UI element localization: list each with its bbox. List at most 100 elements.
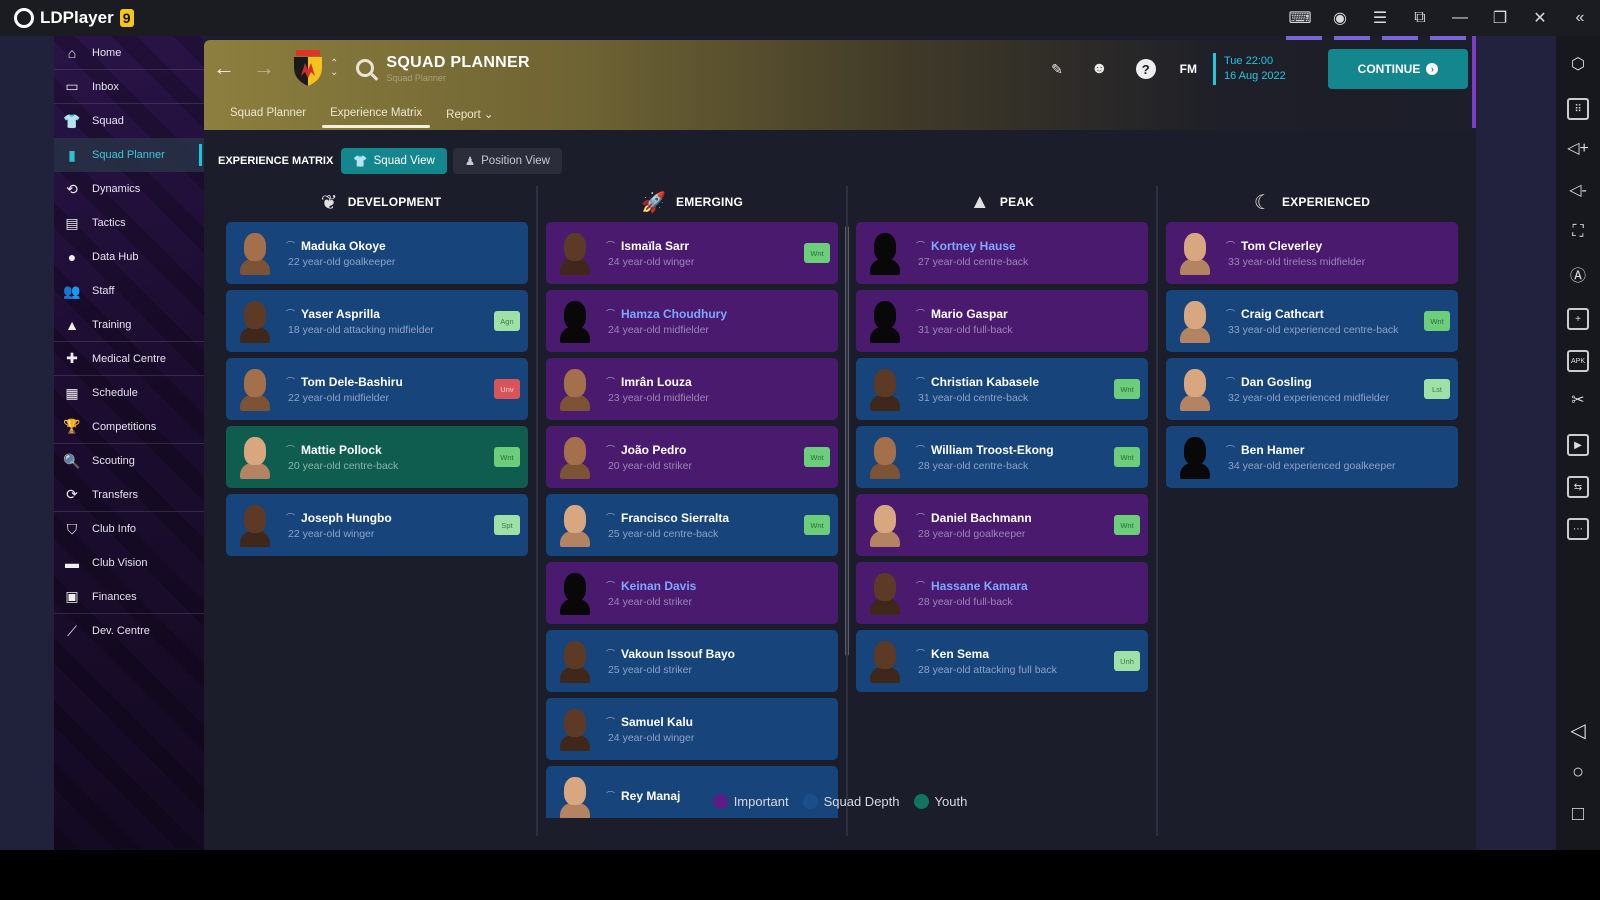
multi-instance-icon[interactable]: +: [1567, 308, 1589, 330]
lock-icon[interactable]: ⌒: [286, 307, 295, 320]
player-card[interactable]: ⌒ Kortney Hause 27 year-old centre-back: [855, 222, 1148, 284]
lock-icon[interactable]: ⌒: [606, 239, 615, 252]
lock-icon[interactable]: ⌒: [286, 375, 295, 388]
lock-icon[interactable]: ⌒: [916, 647, 925, 660]
lock-icon[interactable]: ⌒: [1226, 239, 1235, 252]
lock-icon[interactable]: ⌒: [606, 647, 615, 660]
sidebar-item-dev-centre[interactable]: ⟋ Dev. Centre: [54, 614, 204, 648]
lock-icon[interactable]: ⌒: [606, 715, 615, 728]
player-card[interactable]: ⌒ Hassane Kamara 28 year-old full-back: [855, 562, 1148, 624]
status-badge[interactable]: Lst: [1424, 379, 1451, 399]
player-name[interactable]: Joseph Hungbo: [301, 511, 392, 525]
sidebar-item-club-info[interactable]: ⛉ Club Info: [54, 512, 204, 546]
player-name[interactable]: Mario Gaspar: [931, 307, 1008, 321]
sidebar-item-medical-centre[interactable]: ✚ Medical Centre: [54, 342, 204, 376]
squad-view-button[interactable]: 👕 Squad View: [341, 148, 447, 174]
minimize-icon[interactable]: —: [1440, 0, 1480, 36]
status-badge[interactable]: Wnt: [1114, 447, 1140, 467]
player-card[interactable]: ⌒ Dan Gosling 32 year-old experienced midf…: [1166, 358, 1459, 420]
player-name[interactable]: Dan Gosling: [1241, 375, 1312, 389]
player-name[interactable]: Christian Kabasele: [931, 375, 1039, 389]
club-switch-icon[interactable]: ⌃ ⌄: [330, 59, 338, 78]
sidebar-item-inbox[interactable]: ▭ Inbox: [54, 70, 204, 104]
player-name[interactable]: Mattie Pollock: [301, 443, 382, 457]
record-icon[interactable]: ▶: [1567, 434, 1589, 456]
player-name[interactable]: Imrân Louza: [621, 375, 692, 389]
lock-icon[interactable]: ⌒: [916, 307, 925, 320]
sidebar-item-scouting[interactable]: 🔍 Scouting: [54, 444, 204, 478]
fullscreen-icon[interactable]: ⛶: [1564, 218, 1592, 246]
lock-icon[interactable]: ⌒: [1226, 375, 1235, 388]
close-icon[interactable]: ✕: [1520, 0, 1560, 36]
help-icon[interactable]: ?: [1135, 59, 1156, 79]
keyboard-icon[interactable]: ⠿: [1567, 98, 1589, 120]
fm-menu-button[interactable]: FM: [1180, 62, 1197, 76]
sidebar-item-training[interactable]: ▲ Training: [54, 308, 204, 342]
restore-icon[interactable]: ❐: [1480, 0, 1520, 36]
player-card[interactable]: ⌒ Francisco Sierralta 25 year-old centre-b…: [545, 494, 838, 556]
lock-icon[interactable]: ⌒: [916, 375, 925, 388]
lock-icon[interactable]: ⌒: [606, 443, 615, 456]
player-name[interactable]: João Pedro: [621, 443, 686, 457]
recents-icon[interactable]: □: [1564, 800, 1592, 828]
forward-arrow-icon[interactable]: →: [244, 55, 284, 81]
player-card[interactable]: ⌒ Daniel Bachmann 28 year-old goalkeeper Wn…: [855, 494, 1148, 556]
player-name[interactable]: Ken Sema: [931, 647, 989, 661]
screenshot-icon[interactable]: ✂: [1564, 386, 1592, 414]
player-card[interactable]: ⌒ Yaser Asprilla 18 year-old attacking mid…: [226, 290, 528, 352]
search-icon[interactable]: [356, 59, 375, 77]
sidebar-item-transfers[interactable]: ⟳ Transfers: [54, 478, 204, 512]
status-badge[interactable]: Unh: [1114, 651, 1140, 671]
status-badge[interactable]: Wnt: [803, 447, 830, 467]
status-badge[interactable]: Wnt: [493, 447, 520, 467]
lock-icon[interactable]: ⌒: [606, 579, 615, 592]
player-card[interactable]: ⌒ Mario Gaspar 31 year-old full-back: [855, 290, 1148, 352]
club-crest-icon[interactable]: [292, 50, 324, 86]
player-name[interactable]: Yaser Asprilla: [301, 307, 380, 321]
lock-icon[interactable]: ⌒: [916, 443, 925, 456]
player-card[interactable]: ⌒ Joseph Hungbo 22 year-old winger Spt: [226, 494, 528, 556]
back-icon[interactable]: ◁: [1564, 716, 1592, 744]
sidebar-item-schedule[interactable]: ▦ Schedule: [54, 376, 204, 410]
lock-icon[interactable]: ⌒: [606, 307, 615, 320]
menu-icon[interactable]: ☰: [1360, 0, 1400, 36]
player-name[interactable]: Kortney Hause: [931, 239, 1016, 253]
lock-icon[interactable]: ⌒: [1226, 307, 1235, 320]
player-card[interactable]: ⌒ Maduka Okoye 22 year-old goalkeeper: [226, 222, 528, 284]
player-card[interactable]: ⌒ Christian Kabasele 31 year-old centre-ba…: [855, 358, 1148, 420]
player-name[interactable]: Tom Dele-Bashiru: [301, 375, 403, 389]
lock-icon[interactable]: ⌒: [916, 579, 925, 592]
home-icon[interactable]: ○: [1564, 758, 1592, 786]
status-badge[interactable]: Wnt: [1424, 311, 1451, 331]
continue-button[interactable]: CONTINUE ›: [1328, 49, 1468, 89]
player-name[interactable]: Tom Cleverley: [1241, 239, 1322, 253]
edit-icon[interactable]: ✎: [1051, 61, 1063, 78]
player-card[interactable]: ⌒ Ben Hamer 34 year-old experienced goalke…: [1166, 426, 1459, 488]
player-name[interactable]: Ben Hamer: [1241, 443, 1304, 457]
account-icon[interactable]: ◉: [1320, 0, 1360, 36]
status-badge[interactable]: Wnt: [803, 243, 830, 263]
sidebar-item-competitions[interactable]: 🏆 Competitions: [54, 410, 204, 444]
player-card[interactable]: ⌒ Tom Cleverley 33 year-old tireless midfi…: [1166, 222, 1459, 284]
sidebar-item-squad-planner[interactable]: ▮ Squad Planner: [54, 138, 204, 172]
player-card[interactable]: ⌒ João Pedro 20 year-old striker Wnt: [545, 426, 838, 488]
settings-icon[interactable]: ⬡: [1564, 50, 1592, 78]
more-icon[interactable]: ⋯: [1567, 518, 1589, 540]
player-name[interactable]: Vakoun Issouf Bayo: [621, 647, 735, 661]
sidebar-item-dynamics[interactable]: ⟲ Dynamics: [54, 172, 204, 206]
lock-icon[interactable]: ⌒: [286, 443, 295, 456]
lock-icon[interactable]: ⌒: [916, 239, 925, 252]
manager-avatar-icon[interactable]: ☻: [1091, 60, 1108, 78]
tab-squad-planner[interactable]: Squad Planner: [218, 104, 318, 128]
collapse-icon[interactable]: «: [1560, 0, 1600, 36]
lock-icon[interactable]: ⌒: [916, 511, 925, 524]
player-name[interactable]: Samuel Kalu: [621, 715, 693, 729]
player-card[interactable]: ⌒ Keinan Davis 24 year-old striker: [545, 562, 838, 624]
sidebar-item-tactics[interactable]: ▤ Tactics: [54, 206, 204, 240]
player-name[interactable]: William Troost-Ekong: [931, 443, 1054, 457]
status-badge[interactable]: Spt: [493, 515, 520, 535]
lock-icon[interactable]: ⌒: [286, 511, 295, 524]
player-card[interactable]: ⌒ Rey Manaj: [545, 766, 838, 818]
player-card[interactable]: ⌒ Mattie Pollock 20 year-old centre-back Wn…: [226, 426, 528, 488]
position-view-button[interactable]: ♟ Position View: [452, 148, 562, 174]
